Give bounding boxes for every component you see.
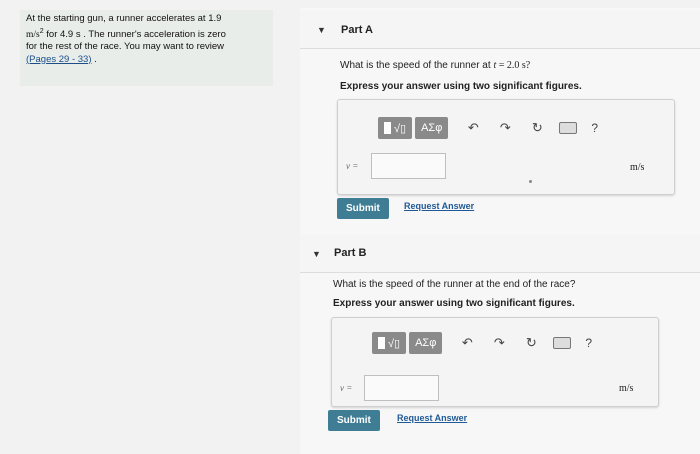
part-a-toolbar: √▯ ΑΣφ ↶ ↷ ↻ ? bbox=[378, 117, 598, 139]
greek-symbols-button[interactable]: ΑΣφ bbox=[415, 117, 449, 139]
part-b-instruction: Express your answer using two significan… bbox=[333, 298, 575, 309]
redo-icon[interactable]: ↷ bbox=[495, 118, 515, 138]
part-a-question-prefix: What is the speed of the runner at bbox=[340, 60, 494, 71]
part-a-question: What is the speed of the runner at t = 2… bbox=[340, 60, 530, 71]
problem-line-1: At the starting gun, a runner accelerate… bbox=[26, 13, 222, 24]
problem-period: . bbox=[91, 53, 97, 65]
collapse-caret-icon[interactable]: ▼ bbox=[317, 25, 326, 35]
keyboard-icon[interactable] bbox=[553, 337, 572, 349]
problem-line-2-rest: for 4.9 s . The runner's acceleration is… bbox=[43, 28, 226, 40]
help-icon[interactable]: ? bbox=[591, 121, 598, 135]
undo-icon[interactable]: ↶ bbox=[457, 333, 477, 353]
part-b-submit-button[interactable]: Submit bbox=[328, 410, 380, 431]
template-square-icon bbox=[378, 337, 385, 349]
template-square-icon bbox=[384, 122, 391, 134]
part-b-unit: m/s bbox=[619, 383, 634, 394]
reset-icon[interactable]: ↻ bbox=[521, 333, 541, 353]
cursor-dot bbox=[529, 180, 532, 183]
part-a-request-answer-link[interactable]: Request Answer bbox=[404, 201, 474, 211]
reset-icon[interactable]: ↻ bbox=[527, 118, 547, 138]
part-a-unit: m/s bbox=[630, 162, 645, 173]
templates-label: √▯ bbox=[388, 337, 401, 350]
part-b-answer-input[interactable] bbox=[364, 375, 439, 401]
part-a-submit-button[interactable]: Submit bbox=[337, 198, 389, 219]
part-b-title: Part B bbox=[334, 247, 367, 259]
accel-unit: m/s bbox=[26, 29, 40, 40]
problem-line-4: (Pages 29 - 33) . bbox=[26, 54, 267, 67]
part-a-question-eq: = 2.0 s? bbox=[496, 60, 531, 71]
problem-statement: At the starting gun, a runner accelerate… bbox=[20, 10, 273, 86]
problem-line-3: for the rest of the race. You may want t… bbox=[26, 41, 225, 53]
part-a-answer-box: √▯ ΑΣφ ↶ ↷ ↻ ? v = m/s bbox=[337, 99, 675, 195]
redo-icon[interactable]: ↷ bbox=[489, 333, 509, 353]
templates-button[interactable]: √▯ bbox=[378, 117, 413, 139]
templates-label: √▯ bbox=[394, 122, 407, 135]
part-b-question: What is the speed of the runner at the e… bbox=[333, 279, 576, 290]
part-b-variable-label: v = bbox=[340, 383, 353, 393]
part-a-instruction: Express your answer using two significan… bbox=[340, 81, 582, 92]
collapse-caret-icon[interactable]: ▼ bbox=[312, 249, 321, 259]
undo-icon[interactable]: ↶ bbox=[463, 118, 483, 138]
part-a-variable-label: v = bbox=[346, 161, 359, 171]
parts-column: ▼ Part A What is the speed of the runner… bbox=[300, 8, 700, 454]
part-b-request-answer-link[interactable]: Request Answer bbox=[397, 413, 467, 423]
keyboard-icon[interactable] bbox=[559, 122, 578, 134]
part-b-answer-box: √▯ ΑΣφ ↶ ↷ ↻ ? v = m/s bbox=[331, 317, 659, 407]
part-b-toolbar: √▯ ΑΣφ ↶ ↷ ↻ ? bbox=[372, 332, 592, 354]
part-b-header[interactable]: ▼ Part B bbox=[300, 235, 700, 273]
greek-symbols-button[interactable]: ΑΣφ bbox=[409, 332, 443, 354]
part-a-title: Part A bbox=[341, 24, 373, 36]
part-a-answer-input[interactable] bbox=[371, 153, 446, 179]
help-icon[interactable]: ? bbox=[585, 336, 592, 350]
templates-button[interactable]: √▯ bbox=[372, 332, 407, 354]
pages-link[interactable]: (Pages 29 - 33) bbox=[26, 54, 91, 65]
problem-line-2: m/s2 for 4.9 s . The runner's accelerati… bbox=[26, 26, 267, 42]
part-a-header[interactable]: ▼ Part A bbox=[300, 11, 700, 49]
